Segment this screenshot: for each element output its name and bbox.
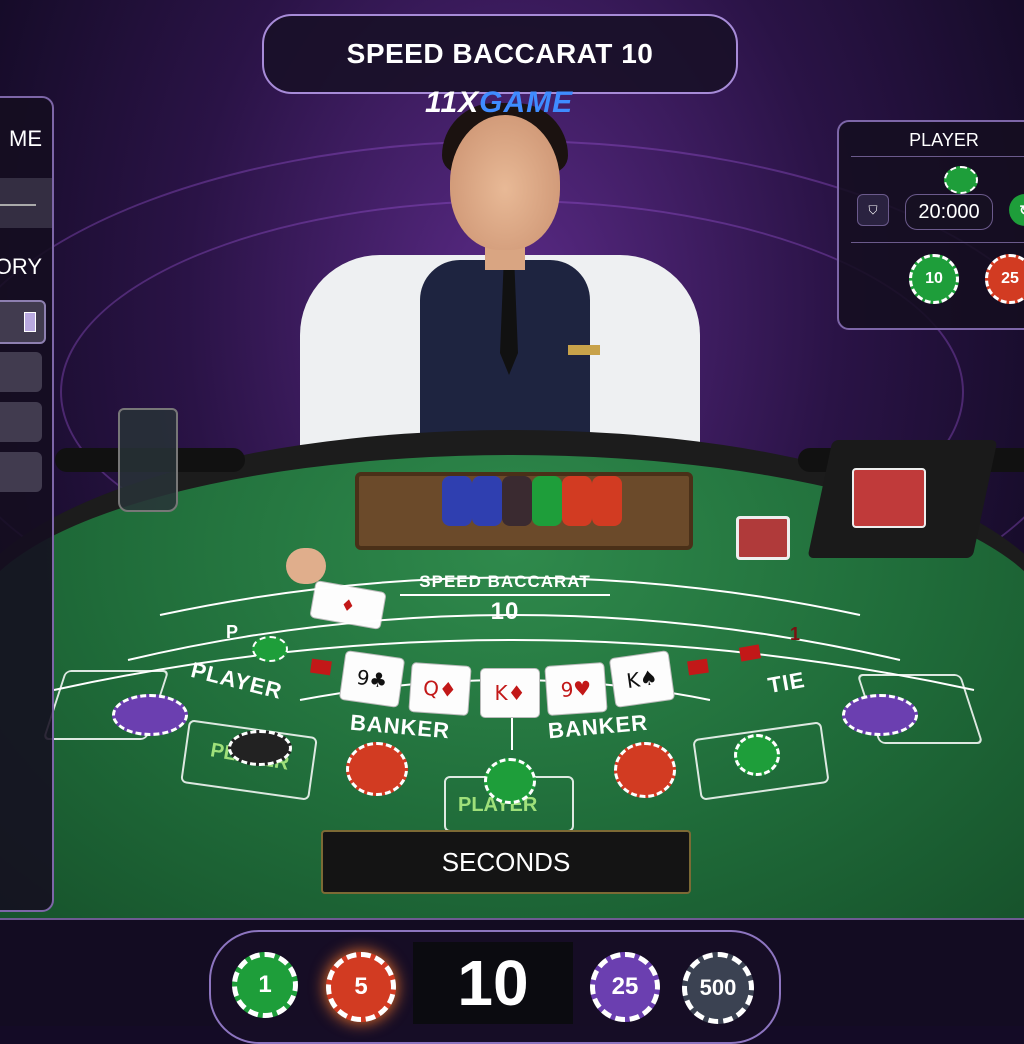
history-icon <box>24 312 36 332</box>
brand-logo-prefix: 11X <box>425 86 480 119</box>
panel-divider <box>851 156 1024 157</box>
left-panel-label-game: ME <box>9 126 42 151</box>
left-panel-item[interactable] <box>0 352 42 392</box>
card-rank: 9♥ <box>559 675 593 703</box>
chip-stack-black <box>228 730 292 766</box>
diamond-marker <box>687 658 709 676</box>
dealt-card: 9♣ <box>338 650 406 708</box>
left-panel-label-history: ORY <box>0 254 42 279</box>
chip-select-25[interactable]: 25 <box>590 952 660 1022</box>
countdown-box: SECONDS <box>321 830 691 894</box>
countdown-label: SECONDS <box>441 846 571 877</box>
chip-stack-red <box>346 742 408 796</box>
card-rank: 9♣ <box>355 664 389 694</box>
panel-divider <box>851 242 1024 243</box>
left-side-panel: ME ORY <box>0 96 54 912</box>
dealt-card: K♦ <box>480 668 540 718</box>
marking-one: 1 <box>790 624 802 644</box>
chip-stack-red <box>614 742 676 798</box>
diamond-marker <box>310 658 332 676</box>
refresh-icon[interactable]: ↻ <box>1009 194 1024 226</box>
brand-logo-suffix: GAME <box>479 86 574 119</box>
chip-stack-green <box>734 734 780 776</box>
chip-stack-green-small <box>252 636 288 662</box>
card-rank: K♠ <box>624 664 660 694</box>
left-panel-item-selected[interactable] <box>0 300 46 344</box>
dealt-card: Q♦ <box>408 661 472 717</box>
brand-logo: 11X GAME <box>425 86 601 120</box>
player-bet-panel: PLAYER ⛉ 20:000 ↻ 10 25 <box>837 120 1024 330</box>
chip-25[interactable]: 25 <box>985 254 1024 304</box>
player-panel-title: PLAYER <box>909 130 979 150</box>
left-panel-row[interactable] <box>0 178 52 228</box>
left-panel-item[interactable] <box>0 452 42 492</box>
chip-icon <box>944 166 978 194</box>
chip-stack-green <box>484 758 536 804</box>
left-panel-item[interactable] <box>0 402 42 442</box>
left-panel-divider <box>0 204 36 206</box>
card-rank: K♦ <box>494 681 526 705</box>
shield-icon[interactable]: ⛉ <box>857 194 889 226</box>
game-title-text: SPEED BACCARAT 10 <box>346 38 654 69</box>
chip-10[interactable]: 10 <box>909 254 959 304</box>
chip-select-5[interactable]: 5 <box>326 952 396 1022</box>
current-bet-value: 10 <box>413 942 573 1024</box>
game-title: SPEED BACCARAT 10 <box>262 14 738 94</box>
marking-p: P <box>226 622 240 642</box>
player-bet-amount: 20:000 <box>905 194 993 230</box>
chip-stack-purple <box>842 694 918 736</box>
chip-select-500[interactable]: 500 <box>682 952 754 1024</box>
dealt-card: K♠ <box>608 650 676 708</box>
chip-select-1[interactable]: 1 <box>232 952 298 1018</box>
card-rank: Q♦ <box>422 675 458 703</box>
chip-stack-purple <box>112 694 188 736</box>
dealt-card: 9♥ <box>544 661 608 717</box>
